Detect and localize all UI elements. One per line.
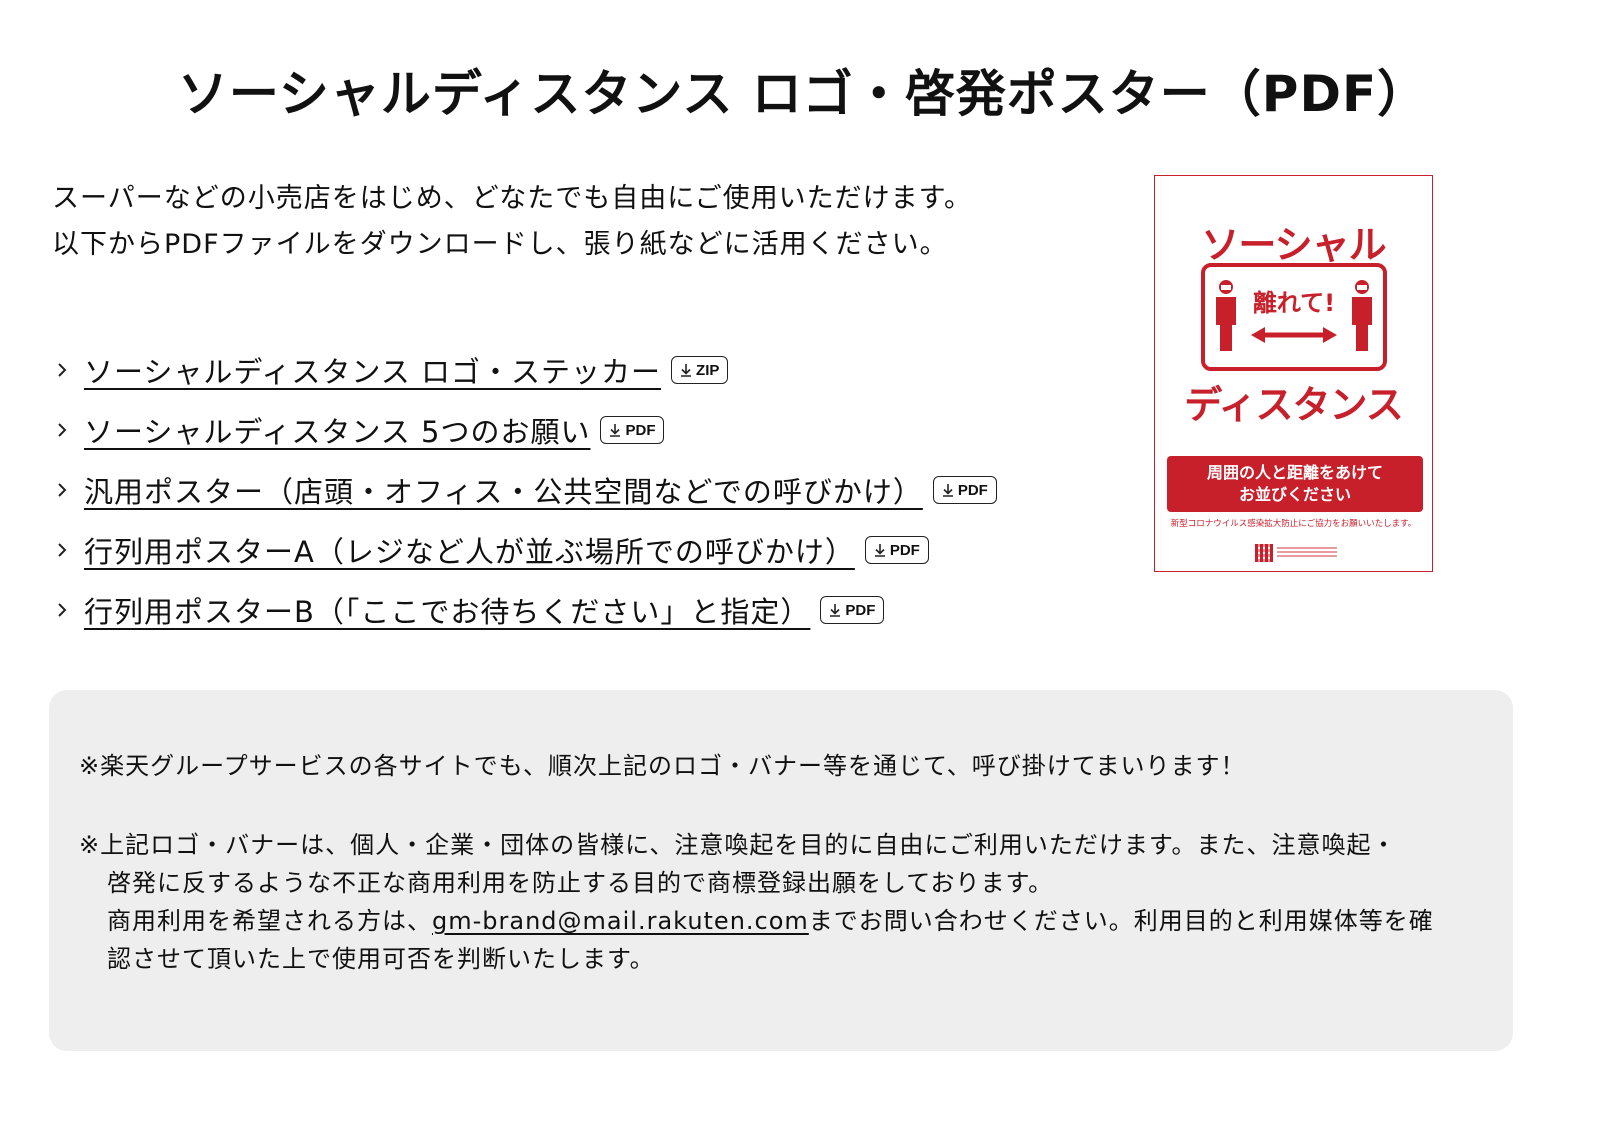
download-link-queue-poster-a[interactable]: 行列用ポスターA（レジなど人が並ぶ場所での呼びかけ） [84,529,855,571]
list-item: ソーシャルディスタンス ロゴ・ステッカー ZIP [50,340,997,400]
download-link-five-requests[interactable]: ソーシャルディスタンス 5つのお願い [84,409,590,451]
qr-code-icon [1255,544,1273,562]
pdf-download-badge[interactable]: PDF [600,416,665,444]
chevron-right-icon [50,418,74,442]
badge-label: PDF [625,421,656,439]
page-title: ソーシャルディスタンス ロゴ・啓発ポスター（PDF） [177,65,1429,123]
badge-label: ZIP [696,361,720,379]
poster-note: 新型コロナウイルス感染拡大防止にご協力をお願いいたします。 [1170,519,1417,529]
download-link-queue-poster-b[interactable]: 行列用ポスターB（「ここでお待ちください」と指定） [84,589,810,631]
notice-line-4-before: 商用利用を希望される方は、 [107,907,432,935]
download-icon [874,544,885,557]
list-item: 汎用ポスター（店頭・オフィス・公共空間などでの呼びかけ） PDF [50,460,997,520]
intro-line-2: 以下からPDFファイルをダウンロードし、張り紙などに活用ください。 [52,229,948,260]
poster-banner-line-1: 周囲の人と距離をあけて [1206,463,1383,482]
poster-banner: 周囲の人と距離をあけて お並びください [1167,456,1423,512]
poster-title-top: ソーシャル [1201,223,1386,267]
badge-label: PDF [957,481,988,499]
download-icon [610,424,621,437]
double-arrow-icon [1251,327,1337,343]
poster-fine-print [1277,547,1337,549]
notice-line-4: 商用利用を希望される方は、gm-brand@mail.rakuten.comまで… [107,902,1434,940]
pdf-download-badge[interactable]: PDF [864,536,929,564]
list-item: 行列用ポスターB（「ここでお待ちください」と指定） PDF [50,580,997,640]
poster-thumbnail[interactable]: ソーシャル 離れて! ディスタンス 周囲の人と距離をあけて お並びください 新型… [1154,175,1433,572]
pdf-download-badge[interactable]: PDF [932,476,997,504]
chevron-right-icon [50,598,74,622]
intro-line-1: スーパーなどの小売店をはじめ、どなたでも自由にご使用いただけます。 [52,183,972,214]
badge-label: PDF [845,601,876,619]
download-icon [830,604,841,617]
download-link-general-poster[interactable]: 汎用ポスター（店頭・オフィス・公共空間などでの呼びかけ） [84,469,923,511]
poster-banner-line-2: お並びください [1238,485,1351,504]
badge-label: PDF [889,541,920,559]
download-icon [942,484,953,497]
notice-line-2: ※上記ロゴ・バナーは、個人・企業・団体の皆様に、注意喚起を目的に自由にご利用いた… [79,831,1397,859]
notice-line-1: ※楽天グループサービスの各サイトでも、順次上記のロゴ・バナー等を通じて、呼び掛け… [79,752,1246,780]
chevron-right-icon [50,478,74,502]
poster-distance-box: 離れて! [1201,263,1387,371]
intro-text: スーパーなどの小売店をはじめ、どなたでも自由にご使用いただけます。 以下からPD… [52,176,972,268]
notice-line-4-after: までお問い合わせください。利用目的と利用媒体等を確 [808,907,1434,935]
poster-box-text: 離れて! [1252,289,1336,317]
list-item: 行列用ポスターA（レジなど人が並ぶ場所での呼びかけ） PDF [50,520,997,580]
chevron-right-icon [50,538,74,562]
poster-title-bottom: ディスタンス [1184,383,1404,427]
notice-line-5: 認させて頂いた上で使用可否を判断いたします。 [107,945,655,973]
download-list: ソーシャルディスタンス ロゴ・ステッカー ZIP ソーシャルディスタンス 5つの… [50,340,997,640]
notice-box: ※楽天グループサービスの各サイトでも、順次上記のロゴ・バナー等を通じて、呼び掛け… [49,690,1513,1051]
chevron-right-icon [50,358,74,382]
list-item: ソーシャルディスタンス 5つのお願い PDF [50,400,997,460]
pdf-download-badge[interactable]: PDF [820,596,885,624]
download-link-logo-sticker[interactable]: ソーシャルディスタンス ロゴ・ステッカー [84,349,661,391]
download-icon [681,364,692,377]
notice-line-3: 啓発に反するような不正な商用利用を防止する目的で商標登録出願をしております。 [107,869,1054,897]
email-link[interactable]: gm-brand@mail.rakuten.com [432,907,809,935]
zip-download-badge[interactable]: ZIP [671,356,729,384]
